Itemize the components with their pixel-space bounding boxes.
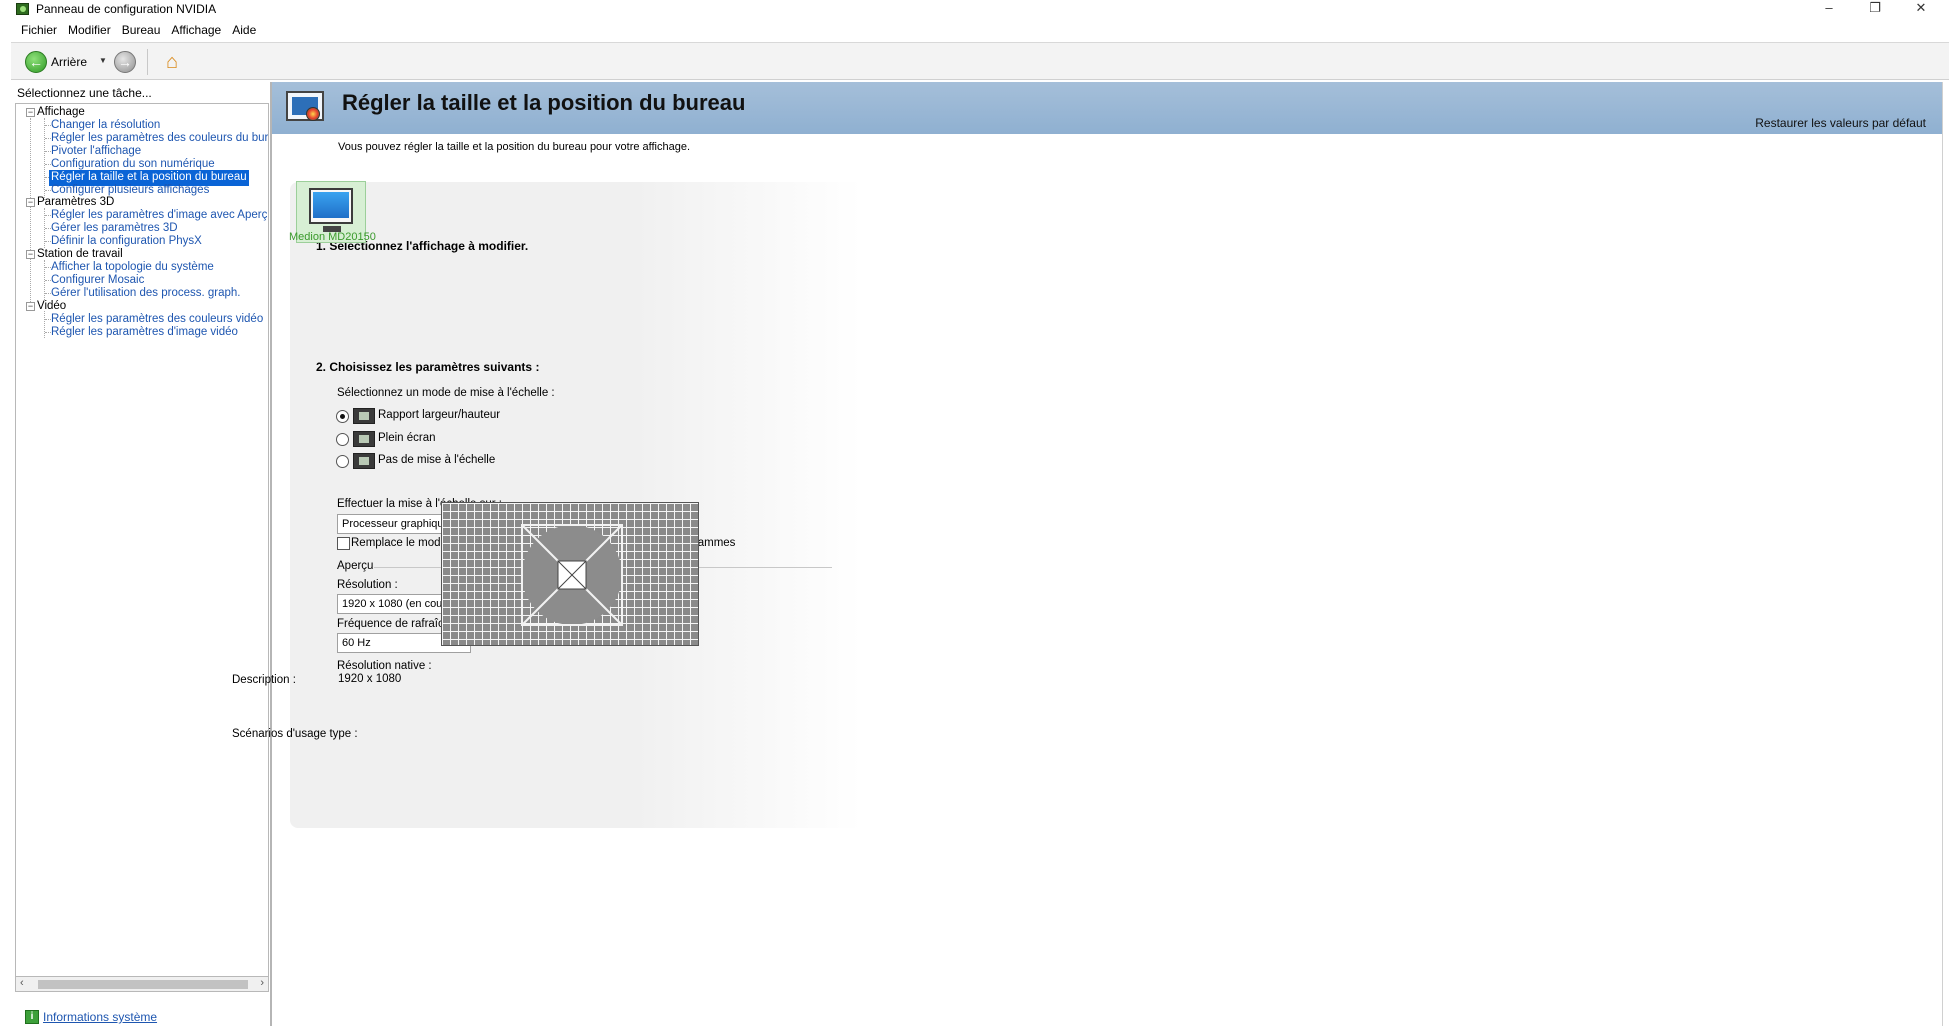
tree-horizontal-scrollbar[interactable]: ‹ ›: [15, 976, 269, 992]
radio-pas-de-mise-a-echelle[interactable]: [336, 455, 349, 468]
collapse-parametres-3d-toggle[interactable]: −: [26, 198, 35, 207]
title-bar: Panneau de configuration NVIDIA – ❐ ✕: [0, 0, 1949, 18]
toolbar-separator: [147, 49, 148, 75]
page-header: Régler la taille et la position du burea…: [272, 82, 1942, 134]
task-tree: − Affichage Changer la résolution Régler…: [15, 103, 269, 988]
collapse-affichage-toggle[interactable]: −: [26, 108, 35, 117]
preview-label: Aperçu: [337, 560, 374, 572]
perform-scaling-value: Processeur graphique: [342, 518, 450, 530]
menu-affichage[interactable]: Affichage: [166, 19, 227, 41]
back-arrow-icon[interactable]: ←: [25, 51, 47, 73]
radio-rapport-largeur-hauteur[interactable]: [336, 410, 349, 423]
home-icon[interactable]: ⌂: [159, 49, 185, 75]
menu-aide[interactable]: Aide: [227, 19, 262, 41]
menu-fichier[interactable]: Fichier: [16, 19, 63, 41]
info-icon: i: [25, 1010, 39, 1024]
back-dropdown-chevron-icon[interactable]: ▼: [99, 56, 107, 65]
override-scaling-checkbox[interactable]: [337, 537, 350, 550]
window-right-border: [1942, 82, 1943, 1026]
desktop-size-position-icon: [286, 89, 326, 127]
window-title: Panneau de configuration NVIDIA: [36, 2, 217, 16]
native-resolution-value: 1920 x 1080: [338, 673, 402, 685]
task-panel: Sélectionnez une tâche... − Affichage Ch…: [11, 82, 270, 1026]
toolbar: ← Arrière ▼ → ⌂: [11, 42, 1949, 80]
page-title: Régler la taille et la position du burea…: [342, 90, 746, 115]
system-info: i Informations système: [25, 1010, 157, 1024]
usage-scenarios-label: Scénarios d'usage type :: [232, 728, 358, 740]
collapse-station-toggle[interactable]: −: [26, 250, 35, 259]
resolution-label: Résolution :: [337, 579, 398, 591]
tree-line: [44, 118, 45, 200]
close-button[interactable]: ✕: [1898, 0, 1944, 18]
scaling-preview: [441, 502, 699, 646]
collapse-video-toggle[interactable]: −: [26, 302, 35, 311]
radio-plein-ecran[interactable]: [336, 433, 349, 446]
scaling-option-label[interactable]: Rapport largeur/hauteur: [378, 409, 500, 421]
tree-line: [30, 118, 31, 308]
restore-defaults-link[interactable]: Restaurer les valeurs par défaut: [1755, 116, 1926, 130]
preview-test-pattern: [521, 524, 623, 626]
main-content: Régler la taille et la position du burea…: [232, 82, 1942, 1026]
back-button-label[interactable]: Arrière: [51, 55, 87, 69]
step2-title: 2. Choisissez les paramètres suivants :: [316, 360, 540, 374]
scroll-right-chevron-icon[interactable]: ›: [260, 977, 264, 989]
monitor-name-label[interactable]: Medion MD20150: [289, 231, 376, 243]
tree-item-process-graph[interactable]: Gérer l'utilisation des process. graph.: [51, 286, 240, 302]
menu-bureau[interactable]: Bureau: [117, 19, 167, 41]
scaling-option-label[interactable]: Pas de mise à l'échelle: [378, 454, 495, 466]
scaling-option-label[interactable]: Plein écran: [378, 432, 436, 444]
scaling-mode-label: Sélectionnez un mode de mise à l'échelle…: [337, 387, 555, 399]
scroll-left-chevron-icon[interactable]: ‹: [20, 977, 24, 989]
no-scaling-icon: [353, 453, 375, 469]
restore-window-button[interactable]: ❐: [1852, 0, 1898, 18]
resolution-value: 1920 x 1080 (en cours): [342, 598, 456, 610]
fullscreen-scaling-icon: [353, 431, 375, 447]
tree-item-image-video[interactable]: Régler les paramètres d'image vidéo: [51, 325, 238, 341]
forward-arrow-icon[interactable]: →: [114, 51, 136, 73]
system-info-link[interactable]: Informations système: [43, 1010, 157, 1024]
minimize-button[interactable]: –: [1806, 0, 1852, 18]
description-label: Description :: [232, 674, 296, 686]
nvidia-app-icon: [16, 3, 29, 15]
aspect-ratio-scaling-icon: [353, 408, 375, 424]
scrollbar-thumb[interactable]: [38, 980, 248, 989]
task-panel-header: Sélectionnez une tâche...: [17, 86, 152, 100]
refresh-rate-value: 60 Hz: [342, 637, 371, 649]
native-resolution-label: Résolution native :: [337, 660, 432, 672]
menu-bar: Fichier Modifier Bureau Affichage Aide: [0, 19, 1949, 41]
tree-line: [44, 311, 45, 338]
intro-text: Vous pouvez régler la taille et la posit…: [338, 141, 691, 153]
menu-modifier[interactable]: Modifier: [63, 19, 117, 41]
